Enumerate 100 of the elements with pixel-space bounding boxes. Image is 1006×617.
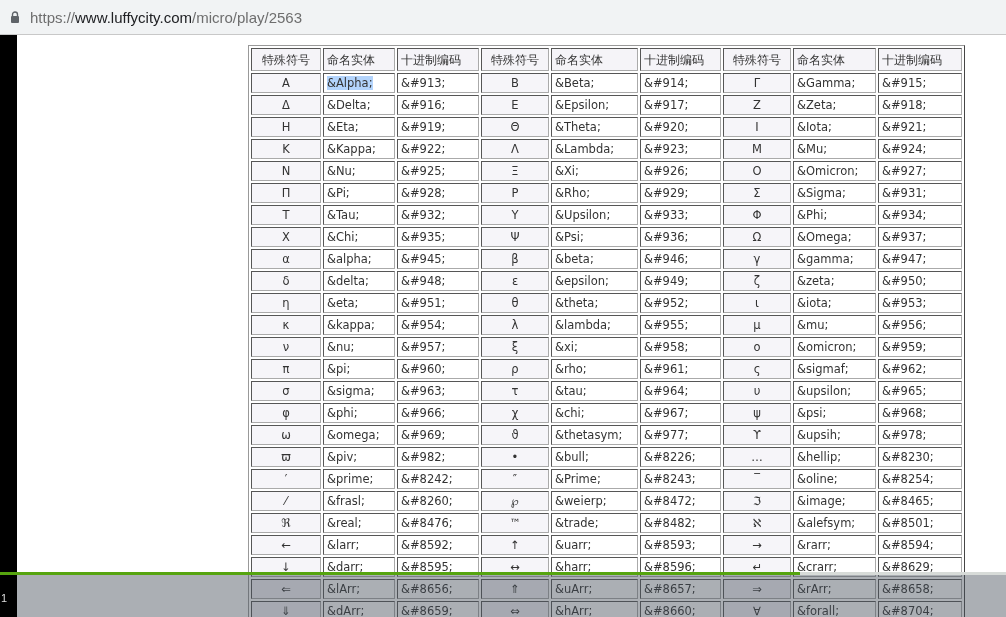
entity-cell: &Eta;: [323, 117, 395, 137]
code-cell: &#929;: [640, 183, 721, 203]
symbol-cell: Ν: [251, 161, 321, 181]
symbol-cell: ν: [251, 337, 321, 357]
symbol-cell: β: [481, 249, 549, 269]
entity-cell: &image;: [793, 491, 876, 511]
symbol-cell: ℘: [481, 491, 549, 511]
symbol-cell: τ: [481, 381, 549, 401]
entity-cell: &Lambda;: [551, 139, 638, 159]
entity-cell: &hArr;: [551, 601, 638, 617]
symbol-cell: Ξ: [481, 161, 549, 181]
symbol-cell: α: [251, 249, 321, 269]
entity-cell: &omicron;: [793, 337, 876, 357]
code-cell: &#8501;: [878, 513, 962, 533]
symbol-cell: σ: [251, 381, 321, 401]
code-cell: &#926;: [640, 161, 721, 181]
symbol-cell: ς: [723, 359, 791, 379]
symbol-cell: ′: [251, 469, 321, 489]
entity-cell: &Gamma;: [793, 73, 876, 93]
entity-cell: &Phi;: [793, 205, 876, 225]
code-cell: &#935;: [397, 227, 479, 247]
entity-cell: &bull;: [551, 447, 638, 467]
entity-cell: &gamma;: [793, 249, 876, 269]
code-cell: &#936;: [640, 227, 721, 247]
entity-cell: &epsilon;: [551, 271, 638, 291]
column-header: 特殊符号: [723, 48, 791, 71]
symbol-cell: δ: [251, 271, 321, 291]
progress-bar[interactable]: [0, 572, 1006, 575]
code-cell: &#8254;: [878, 469, 962, 489]
symbol-cell: Α: [251, 73, 321, 93]
entity-cell: &forall;: [793, 601, 876, 617]
entity-cell: &Omega;: [793, 227, 876, 247]
column-header: 特殊符号: [251, 48, 321, 71]
code-cell: &#8659;: [397, 601, 479, 617]
symbol-cell: ℑ: [723, 491, 791, 511]
column-header: 命名实体: [793, 48, 876, 71]
entity-cell: &uArr;: [551, 579, 638, 599]
url-host: www.luffycity.com: [75, 8, 192, 26]
symbol-cell: ρ: [481, 359, 549, 379]
symbol-cell: Χ: [251, 227, 321, 247]
symbol-cell: π: [251, 359, 321, 379]
entity-cell: &oline;: [793, 469, 876, 489]
symbol-cell: ″: [481, 469, 549, 489]
symbol-cell: φ: [251, 403, 321, 423]
lock-icon: [10, 11, 20, 23]
entity-cell: &Tau;: [323, 205, 395, 225]
entity-cell: &sigmaf;: [793, 359, 876, 379]
code-cell: &#961;: [640, 359, 721, 379]
entity-cell: &larr;: [323, 535, 395, 555]
code-cell: &#955;: [640, 315, 721, 335]
code-cell: &#8226;: [640, 447, 721, 467]
code-cell: &#933;: [640, 205, 721, 225]
code-cell: &#8465;: [878, 491, 962, 511]
symbol-cell: ϖ: [251, 447, 321, 467]
column-header: 十进制编码: [640, 48, 721, 71]
code-cell: &#8476;: [397, 513, 479, 533]
entity-cell: &upsilon;: [793, 381, 876, 401]
code-cell: &#932;: [397, 205, 479, 225]
code-cell: &#8230;: [878, 447, 962, 467]
entity-cell: &Nu;: [323, 161, 395, 181]
entity-cell: &mu;: [793, 315, 876, 335]
entity-cell: &Upsilon;: [551, 205, 638, 225]
entity-cell: &Psi;: [551, 227, 638, 247]
code-cell: &#960;: [397, 359, 479, 379]
symbol-cell: μ: [723, 315, 791, 335]
code-cell: &#924;: [878, 139, 962, 159]
symbol-cell: ο: [723, 337, 791, 357]
symbol-cell: η: [251, 293, 321, 313]
symbol-cell: ℵ: [723, 513, 791, 533]
entity-cell: &xi;: [551, 337, 638, 357]
entity-cell: &sigma;: [323, 381, 395, 401]
symbol-cell: Κ: [251, 139, 321, 159]
symbol-cell: Λ: [481, 139, 549, 159]
symbol-cell: ξ: [481, 337, 549, 357]
entity-cell: &lArr;: [323, 579, 395, 599]
url-path: /micro/play/2563: [192, 8, 303, 26]
symbol-cell: ℜ: [251, 513, 321, 533]
code-cell: &#945;: [397, 249, 479, 269]
address-bar[interactable]: https://www.luffycity.com/micro/play/2563: [0, 0, 1006, 35]
entity-cell: &rarr;: [793, 535, 876, 555]
code-cell: &#916;: [397, 95, 479, 115]
code-cell: &#8656;: [397, 579, 479, 599]
symbol-cell: ψ: [723, 403, 791, 423]
code-cell: &#958;: [640, 337, 721, 357]
code-cell: &#920;: [640, 117, 721, 137]
symbol-cell: Φ: [723, 205, 791, 225]
code-cell: &#915;: [878, 73, 962, 93]
symbol-cell: Ε: [481, 95, 549, 115]
code-cell: &#978;: [878, 425, 962, 445]
code-cell: &#8658;: [878, 579, 962, 599]
entity-cell: &upsih;: [793, 425, 876, 445]
entity-cell: &Delta;: [323, 95, 395, 115]
symbol-cell: Η: [251, 117, 321, 137]
url-scheme: https://: [30, 8, 76, 26]
code-cell: &#8472;: [640, 491, 721, 511]
symbol-cell: Ρ: [481, 183, 549, 203]
code-cell: &#965;: [878, 381, 962, 401]
code-cell: &#969;: [397, 425, 479, 445]
code-cell: &#923;: [640, 139, 721, 159]
symbol-cell: Σ: [723, 183, 791, 203]
